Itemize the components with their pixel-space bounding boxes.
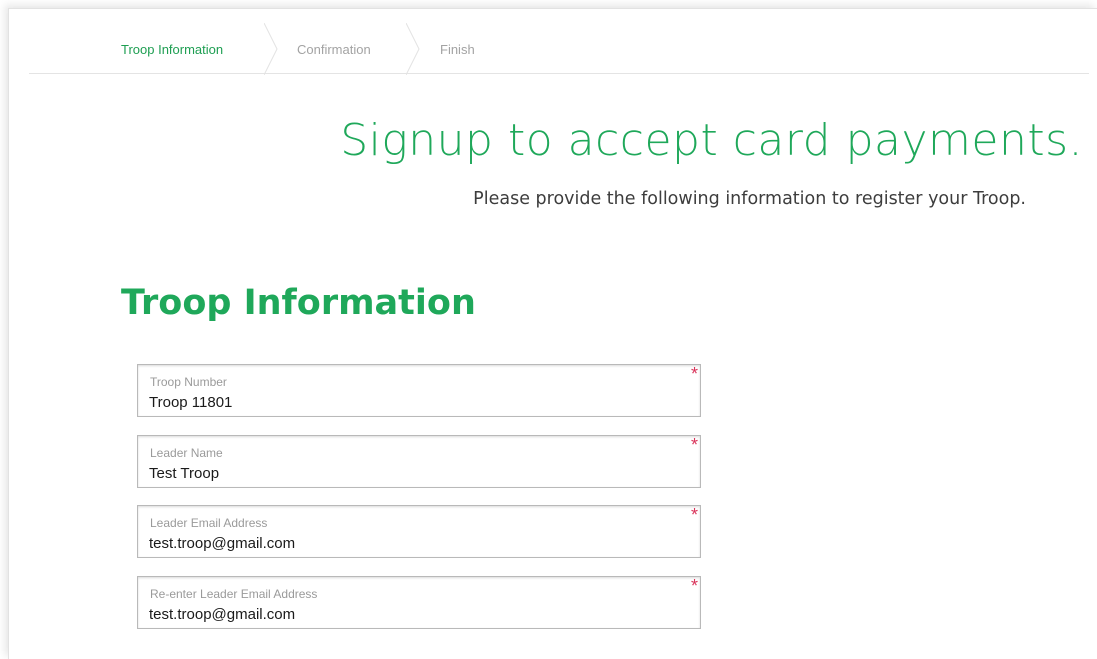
progress-stepper: Troop Information Confirmation Finish bbox=[29, 9, 1089, 75]
troop-number-field: Troop Number * bbox=[137, 364, 701, 417]
required-asterisk-icon: * bbox=[690, 364, 698, 384]
troop-number-label: Troop Number bbox=[150, 375, 227, 389]
step-finish[interactable]: Finish bbox=[440, 9, 475, 74]
step-troop-information[interactable]: Troop Information bbox=[121, 9, 223, 74]
leader-name-label: Leader Name bbox=[150, 446, 223, 460]
required-asterisk-icon: * bbox=[690, 435, 698, 455]
leader-name-input[interactable] bbox=[149, 463, 679, 483]
confirm-email-input[interactable] bbox=[149, 604, 679, 624]
leader-email-label: Leader Email Address bbox=[150, 516, 268, 530]
required-asterisk-icon: * bbox=[690, 505, 698, 525]
leader-email-field: Leader Email Address * bbox=[137, 505, 701, 558]
page-subtitle: Please provide the following information… bbox=[473, 189, 1026, 209]
signup-page: Troop Information Confirmation Finish Si… bbox=[8, 8, 1097, 659]
troop-number-input[interactable] bbox=[149, 392, 679, 412]
confirm-email-field: Re-enter Leader Email Address * bbox=[137, 576, 701, 629]
leader-email-input[interactable] bbox=[149, 533, 679, 553]
step-confirmation[interactable]: Confirmation bbox=[297, 9, 371, 74]
section-title: Troop Information bbox=[121, 283, 476, 323]
required-asterisk-icon: * bbox=[690, 576, 698, 596]
step-separator-icon bbox=[406, 23, 420, 75]
page-title: Signup to accept card payments. bbox=[340, 115, 1083, 166]
leader-name-field: Leader Name * bbox=[137, 435, 701, 488]
step-separator-icon bbox=[264, 23, 278, 75]
confirm-email-label: Re-enter Leader Email Address bbox=[150, 587, 318, 601]
